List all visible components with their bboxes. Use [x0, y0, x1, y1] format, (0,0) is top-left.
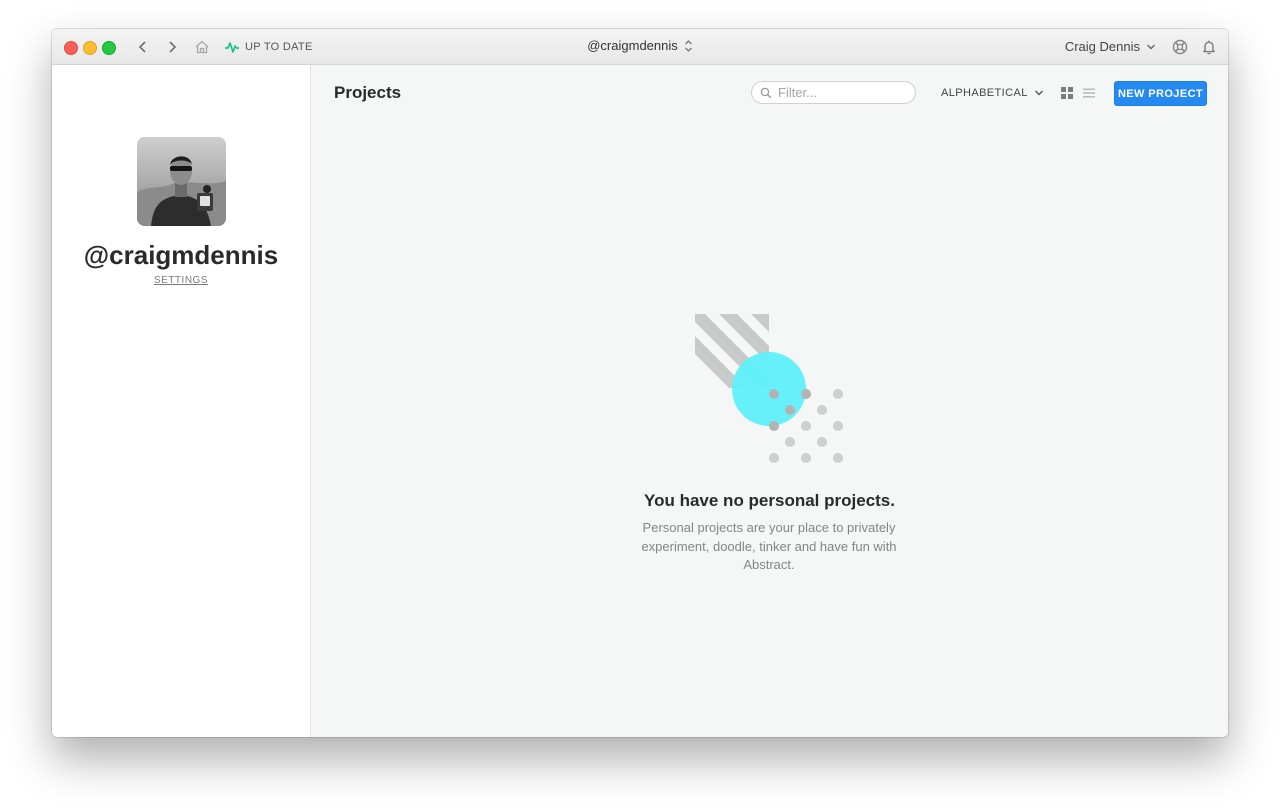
- grid-view-icon: [1061, 87, 1073, 99]
- grid-view-button[interactable]: [1060, 86, 1074, 100]
- list-view-icon: [1083, 88, 1095, 98]
- avatar-photo: [137, 137, 226, 226]
- filter-field[interactable]: [751, 81, 916, 104]
- profile-sidebar: @craigmdennis SETTINGS: [52, 65, 311, 737]
- chevron-down-icon: [1034, 90, 1043, 96]
- up-down-chevron-icon: [684, 39, 692, 52]
- account-switcher-wrap: @craigmdennis: [52, 38, 1228, 53]
- profile-username: @craigmdennis: [83, 240, 279, 270]
- app-window: UP TO DATE @craigmdennis Craig Dennis @c…: [52, 29, 1228, 737]
- account-switcher-label: @craigmdennis: [587, 38, 678, 53]
- titlebar: UP TO DATE @craigmdennis Craig Dennis: [52, 29, 1228, 65]
- sort-dropdown[interactable]: ALPHABETICAL: [941, 87, 1044, 99]
- list-view-button[interactable]: [1082, 86, 1096, 100]
- sort-label: ALPHABETICAL: [941, 87, 1028, 99]
- account-switcher[interactable]: @craigmdennis: [587, 38, 693, 53]
- bell-icon: [1203, 40, 1215, 55]
- empty-state-description: Personal projects are your place to priv…: [641, 520, 897, 572]
- avatar: [137, 137, 226, 226]
- chevron-down-icon: [1147, 44, 1155, 49]
- user-menu[interactable]: Craig Dennis: [1065, 39, 1156, 54]
- new-project-button[interactable]: NEW PROJECT: [1114, 81, 1207, 106]
- user-name: Craig Dennis: [1064, 39, 1140, 54]
- notifications-button[interactable]: [1200, 38, 1218, 56]
- projects-main: Projects ALPHABETICAL: [311, 65, 1228, 737]
- help-button[interactable]: [1171, 38, 1189, 56]
- empty-state-illustration: [695, 314, 843, 463]
- filter-input[interactable]: [776, 84, 915, 101]
- empty-state-title: You have no personal projects.: [644, 491, 895, 510]
- lifebuoy-icon: [1172, 39, 1188, 55]
- search-icon: [760, 87, 772, 98]
- page-title: Projects: [334, 83, 402, 102]
- settings-link[interactable]: SETTINGS: [52, 275, 310, 286]
